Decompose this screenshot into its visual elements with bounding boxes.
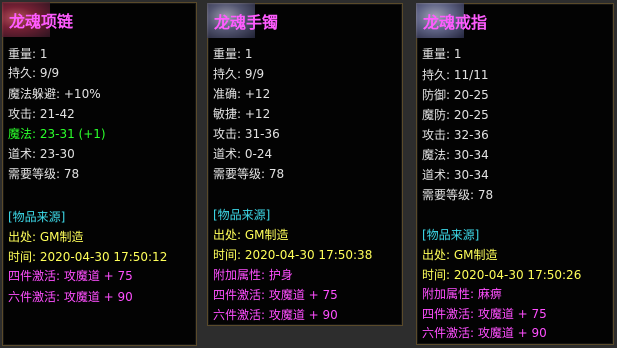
item-title: 龙魂戒指 [423,13,488,32]
set-bonus-4: 四件激活: 攻魔道 + 75 [213,288,338,302]
stat-weight: 重量: 1 [213,47,253,61]
set-bonus-6: 六件激活: 攻魔道 + 90 [213,308,338,322]
item-title: 龙魂手镯 [214,13,279,32]
extra-attribute: 附加属性: 麻痹 [422,287,502,301]
stat-required-level: 需要等级: 78 [422,188,494,202]
stat-durability: 持久: 11/11 [422,68,489,82]
item-title: 龙魂项链 [9,12,74,31]
source-header: [物品来源] [213,208,271,222]
stat-weight: 重量: 1 [8,47,48,61]
extra-attribute: 附加属性: 护身 [213,268,293,282]
stat-taoism: 道术: 30-34 [422,168,489,182]
source-header: [物品来源] [422,228,480,242]
tooltip-ring: 龙魂戒指 重量: 1 持久: 11/11 防御: 20-25 魔防: 20-25… [416,3,614,345]
stat-magic-defense: 魔防: 20-25 [422,108,489,122]
source-header: [物品来源] [8,210,66,224]
tooltip-necklace: 龙魂项链 重量: 1 持久: 9/9 魔法躲避: +10% 攻击: 21-42 … [2,2,197,346]
stat-defense: 防御: 20-25 [422,88,489,102]
stat-agility: 敏捷: +12 [213,107,271,121]
stat-attack: 攻击: 31-36 [213,127,280,141]
stat-required-level: 需要等级: 78 [213,167,285,181]
stat-weight: 重量: 1 [422,47,462,61]
time-line: 时间: 2020-04-30 17:50:38 [213,248,373,262]
set-bonus-4: 四件激活: 攻魔道 + 75 [8,269,133,283]
stat-attack: 攻击: 21-42 [8,107,75,121]
stat-durability: 持久: 9/9 [213,67,265,81]
stat-taoism: 道术: 23-30 [8,147,75,161]
time-line: 时间: 2020-04-30 17:50:12 [8,250,168,264]
origin-line: 出处: GM制造 [422,248,498,262]
time-line: 时间: 2020-04-30 17:50:26 [422,268,582,282]
set-bonus-4: 四件激活: 攻魔道 + 75 [422,307,547,321]
origin-line: 出处: GM制造 [8,230,84,244]
stat-magic: 魔法: 23-31 (+1) [8,127,106,141]
stat-magic: 魔法: 30-34 [422,148,489,162]
set-bonus-6: 六件激活: 攻魔道 + 90 [422,326,547,340]
stat-accuracy: 准确: +12 [213,87,271,101]
tooltip-bracelet: 龙魂手镯 重量: 1 持久: 9/9 准确: +12 敏捷: +12 攻击: 3… [207,3,403,326]
origin-line: 出处: GM制造 [213,228,289,242]
stat-durability: 持久: 9/9 [8,66,60,80]
stat-magic-evasion: 魔法躲避: +10% [8,87,101,101]
set-bonus-6: 六件激活: 攻魔道 + 90 [8,290,133,304]
stat-taoism: 道术: 0-24 [213,147,273,161]
stat-required-level: 需要等级: 78 [8,167,80,181]
stat-attack: 攻击: 32-36 [422,128,489,142]
